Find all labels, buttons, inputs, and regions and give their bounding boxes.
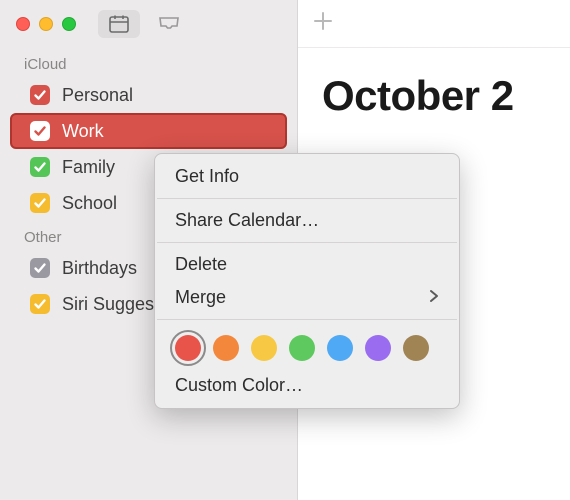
plus-icon (312, 10, 334, 32)
menu-custom-color[interactable]: Custom Color… (155, 369, 459, 402)
menu-delete[interactable]: Delete (155, 248, 459, 281)
minimize-window-button[interactable] (39, 17, 53, 31)
color-swatch[interactable] (403, 335, 429, 361)
close-window-button[interactable] (16, 17, 30, 31)
color-swatch[interactable] (327, 335, 353, 361)
menu-separator (157, 319, 457, 320)
menu-label: Delete (175, 254, 227, 275)
fullscreen-window-button[interactable] (62, 17, 76, 31)
menu-label: Custom Color… (175, 375, 303, 396)
menu-separator (157, 198, 457, 199)
window-controls (16, 17, 76, 31)
calendar-context-menu: Get Info Share Calendar… Delete Merge Cu… (154, 153, 460, 409)
calendar-icon (109, 15, 129, 33)
titlebar (0, 0, 297, 48)
calendars-toggle-button[interactable] (98, 10, 140, 38)
calendar-checkbox[interactable] (30, 294, 50, 314)
inbox-button[interactable] (148, 10, 190, 38)
calendar-label: Work (62, 121, 104, 142)
menu-label: Share Calendar… (175, 210, 319, 231)
tray-icon (158, 16, 180, 32)
chevron-right-icon (429, 287, 439, 308)
calendar-label: Family (62, 157, 115, 178)
month-title: October 2 (298, 48, 570, 120)
calendar-item[interactable]: Work (10, 113, 287, 149)
calendar-label: Birthdays (62, 258, 137, 279)
calendar-checkbox[interactable] (30, 193, 50, 213)
menu-separator (157, 242, 457, 243)
sidebar-section-header: iCloud (0, 48, 297, 77)
calendar-checkbox[interactable] (30, 121, 50, 141)
color-swatch[interactable] (251, 335, 277, 361)
color-swatch[interactable] (365, 335, 391, 361)
main-toolbar (298, 0, 570, 48)
menu-share-calendar[interactable]: Share Calendar… (155, 204, 459, 237)
calendar-label: School (62, 193, 117, 214)
calendar-label: Personal (62, 85, 133, 106)
calendar-checkbox[interactable] (30, 258, 50, 278)
calendar-checkbox[interactable] (30, 157, 50, 177)
add-event-button[interactable] (312, 10, 334, 37)
menu-label: Get Info (175, 166, 239, 187)
color-swatch-row (155, 325, 459, 369)
calendar-checkbox[interactable] (30, 85, 50, 105)
color-swatch[interactable] (175, 335, 201, 361)
calendar-item[interactable]: Personal (10, 77, 287, 113)
menu-get-info[interactable]: Get Info (155, 160, 459, 193)
menu-label: Merge (175, 287, 226, 308)
menu-merge[interactable]: Merge (155, 281, 459, 314)
color-swatch[interactable] (213, 335, 239, 361)
color-swatch[interactable] (289, 335, 315, 361)
